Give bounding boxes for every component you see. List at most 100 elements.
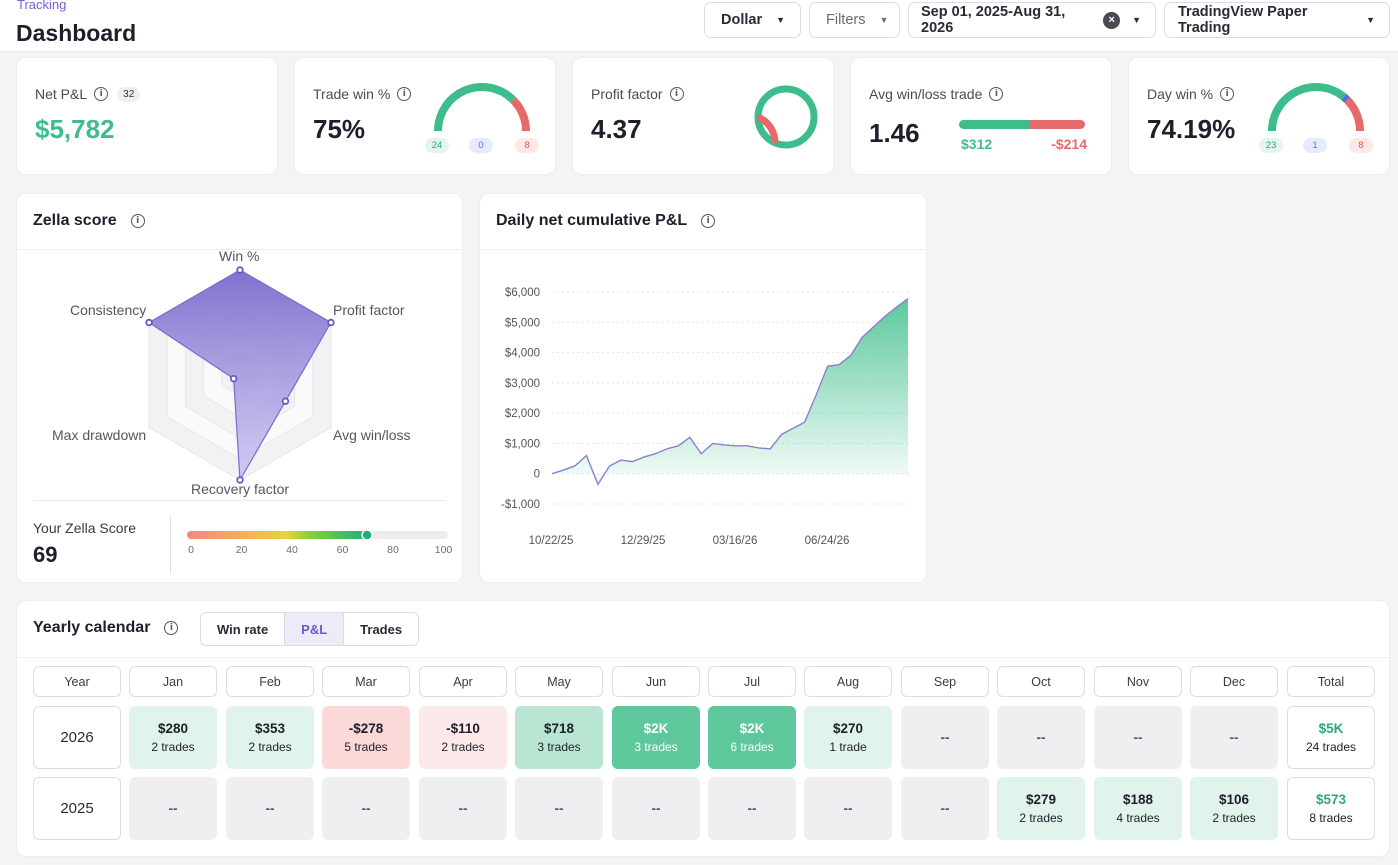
- radar-point: [236, 266, 244, 274]
- month-trade-count: 2 trades: [1212, 811, 1256, 825]
- zella-score-title: Zella score: [33, 212, 117, 229]
- month-pnl-value: --: [361, 801, 371, 816]
- calendar-month-cell[interactable]: -$110 2 trades: [419, 706, 507, 769]
- calendar-month-cell[interactable]: $279 2 trades: [997, 777, 1085, 840]
- info-icon[interactable]: i: [1220, 87, 1235, 101]
- y-tick-label: $5,000: [505, 317, 540, 329]
- calendar-month-cell[interactable]: $718 3 trades: [515, 706, 603, 769]
- info-icon[interactable]: i: [989, 87, 1004, 101]
- clear-date-icon[interactable]: ×: [1103, 11, 1121, 29]
- month-pnl-value: $2K: [739, 721, 765, 736]
- month-pnl-value: $106: [1218, 792, 1250, 807]
- calendar-total-cell: $573 8 trades: [1287, 777, 1375, 840]
- trade-count-badge: 32: [117, 86, 141, 102]
- month-trade-count: 2 trades: [151, 740, 195, 754]
- calendar-view-toggle: Win rate P&L Trades: [200, 612, 420, 646]
- zella-score-card: Zella score i Win % Profit factor Avg wi…: [16, 193, 463, 583]
- month-pnl-value: $270: [832, 721, 864, 736]
- tab-win-rate[interactable]: Win rate: [201, 613, 286, 645]
- profit-factor-card: Profit factor i 4.37: [572, 57, 834, 175]
- calendar-month-cell[interactable]: --: [129, 777, 217, 840]
- score-tick-label: 80: [387, 544, 399, 556]
- info-icon[interactable]: i: [669, 87, 684, 101]
- calendar-month-cell[interactable]: --: [322, 777, 410, 840]
- chevron-down-icon: ▼: [879, 15, 889, 25]
- radar-point: [229, 374, 238, 383]
- score-fill: [187, 531, 368, 539]
- calendar-month-cell[interactable]: $106 2 trades: [1190, 777, 1278, 840]
- calendar-month-cell[interactable]: --: [997, 706, 1085, 769]
- tab-pnl[interactable]: P&L: [285, 613, 345, 645]
- calendar-month-cell[interactable]: -$278 5 trades: [322, 706, 410, 769]
- calendar-month-cell[interactable]: --: [708, 777, 796, 840]
- calendar-month-cell[interactable]: --: [226, 777, 314, 840]
- year-total-trades: 8 trades: [1309, 811, 1353, 825]
- year-total-value: $573: [1315, 792, 1347, 807]
- calendar-month-cell[interactable]: --: [515, 777, 603, 840]
- calendar-month-cell[interactable]: $2K 6 trades: [708, 706, 796, 769]
- calendar-month-cell[interactable]: $188 4 trades: [1094, 777, 1182, 840]
- trade-win-label-row: Trade win % i: [313, 86, 412, 102]
- breadcrumb[interactable]: Tracking: [17, 0, 66, 12]
- zella-score-value: 69: [33, 542, 58, 567]
- calendar-month-cell[interactable]: $280 2 trades: [129, 706, 217, 769]
- info-icon[interactable]: i: [130, 214, 145, 228]
- month-trade-count: 4 trades: [1116, 811, 1160, 825]
- radar-label-win: Win %: [219, 248, 260, 264]
- zella-score-label: Your Zella Score: [33, 520, 136, 536]
- ring-profit-arc: [754, 85, 818, 149]
- profit-factor-value: 4.37: [591, 114, 642, 144]
- info-icon[interactable]: i: [397, 87, 412, 101]
- calendar-header-cell: Mar: [322, 666, 410, 697]
- month-trade-count: 2 trades: [248, 740, 292, 754]
- radar-label-consistency: Consistency: [70, 302, 147, 318]
- avg-win-loss-label: Avg win/loss trade: [869, 86, 983, 102]
- y-tick-label: $1,000: [505, 438, 540, 450]
- calendar-month-cell[interactable]: --: [901, 706, 989, 769]
- trade-win-card: Trade win % i 75% 24 0 8: [294, 57, 556, 175]
- y-tick-label: $3,000: [505, 378, 540, 390]
- year-total-value: $5K: [1318, 721, 1344, 736]
- calendar-month-cell[interactable]: $353 2 trades: [226, 706, 314, 769]
- calendar-month-cell[interactable]: $270 1 trade: [804, 706, 892, 769]
- calendar-month-cell[interactable]: --: [1094, 706, 1182, 769]
- avg-win-loss-label-row: Avg win/loss trade i: [869, 86, 1004, 102]
- calendar-header-cell: Dec: [1190, 666, 1278, 697]
- month-pnl-value: --: [651, 801, 661, 816]
- day-win-label-row: Day win % i: [1147, 86, 1235, 102]
- month-pnl-value: --: [265, 801, 275, 816]
- date-range-picker[interactable]: Sep 01, 2025-Aug 31, 2026 × ▼: [908, 2, 1156, 38]
- month-pnl-value: --: [940, 730, 950, 745]
- zella-radar-chart: [145, 266, 335, 484]
- month-trade-count: 3 trades: [634, 740, 678, 754]
- calendar-header-cell: Total: [1287, 666, 1375, 697]
- win-count-pill: 24: [425, 138, 449, 153]
- month-pnl-value: --: [1036, 730, 1046, 745]
- loss-count-pill: 8: [515, 138, 539, 153]
- calendar-header-cell: Apr: [419, 666, 507, 697]
- info-icon[interactable]: i: [94, 87, 109, 101]
- tab-trades[interactable]: Trades: [344, 613, 418, 645]
- net-pnl-label-row: Net P&L i 32: [35, 86, 141, 102]
- account-dropdown[interactable]: TradingView Paper Trading ▼: [1164, 2, 1390, 38]
- y-tick-label: $6,000: [505, 287, 540, 299]
- month-pnl-value: -$110: [446, 721, 480, 736]
- calendar-month-cell[interactable]: --: [901, 777, 989, 840]
- date-range-label: Sep 01, 2025-Aug 31, 2026: [921, 4, 1066, 36]
- calendar-month-cell[interactable]: --: [419, 777, 507, 840]
- y-tick-label: 0: [534, 469, 540, 481]
- filters-dropdown[interactable]: Filters ▼: [809, 2, 900, 38]
- yearly-calendar-card: Yearly calendar i Win rate P&L Trades Ye…: [16, 600, 1390, 857]
- info-icon[interactable]: i: [164, 621, 179, 635]
- calendar-header-cell: Jan: [129, 666, 217, 697]
- calendar-header-cell: May: [515, 666, 603, 697]
- calendar-month-cell[interactable]: $2K 3 trades: [612, 706, 700, 769]
- calendar-month-cell[interactable]: --: [1190, 706, 1278, 769]
- currency-dropdown[interactable]: Dollar ▼: [704, 2, 801, 38]
- calendar-header-cell: Nov: [1094, 666, 1182, 697]
- avg-loss-amount: -$214: [1051, 136, 1087, 152]
- calendar-month-cell[interactable]: --: [804, 777, 892, 840]
- score-tick-label: 20: [235, 544, 248, 556]
- info-icon[interactable]: i: [701, 214, 716, 228]
- calendar-month-cell[interactable]: --: [612, 777, 700, 840]
